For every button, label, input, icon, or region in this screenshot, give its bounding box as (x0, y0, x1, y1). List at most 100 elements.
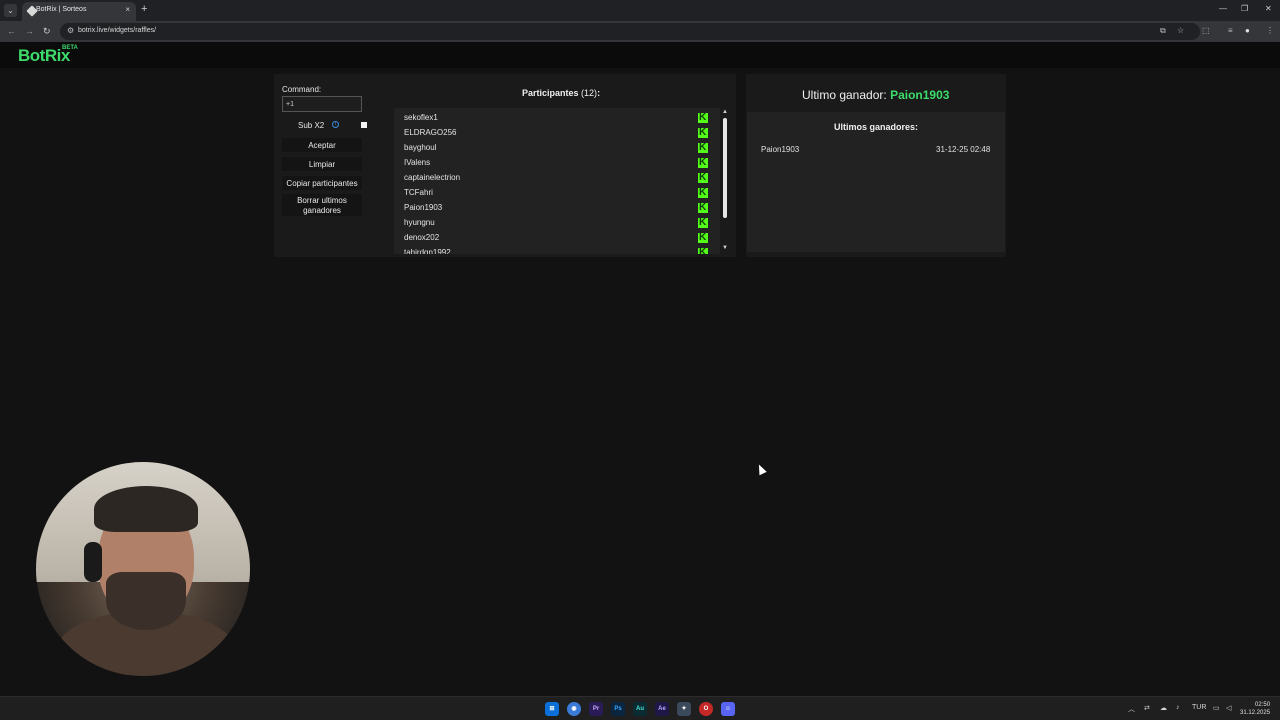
tab-title: BotRix | Sorteos (36, 6, 87, 13)
bookmark-star-icon[interactable]: ☆ (1177, 26, 1184, 35)
browser-menu-icon[interactable]: ⋮ (1266, 26, 1274, 35)
tray-chevron-icon[interactable]: ︿ (1128, 704, 1135, 714)
windows-taskbar: ⊞ ◉ Pr Ps Au Ae ✦ O ☺ ︿ ⇄ ☁ ♪ TUR ▭ ◁ 02… (0, 696, 1280, 720)
sub-x2-option: Sub X2 i (282, 119, 368, 133)
participants-title: Participantes (12): (522, 88, 600, 98)
chrome-icon[interactable]: ◉ (567, 702, 581, 716)
app-header: BotRix BETA (0, 42, 1280, 68)
participant-name: tahirdgn1992 (404, 248, 451, 254)
winners-panel: Ultimo ganador: Paion1903 Ultimos ganado… (746, 74, 1006, 257)
omnibox[interactable]: ⚙ botrix.live/widgets/raffles/ ⧉ ☆ (60, 23, 1200, 40)
discord-icon[interactable]: ☺ (721, 702, 735, 716)
participants-title-text: Participantes (522, 88, 579, 98)
clear-button[interactable]: Limpiar (282, 157, 362, 171)
reload-icon[interactable]: ↻ (43, 26, 51, 37)
clock-date: 31.12.2025 (1240, 710, 1271, 716)
url-text[interactable]: botrix.live/widgets/raffles/ (78, 27, 156, 34)
last-winner-heading: Ultimo ganador: Paion1903 (802, 88, 949, 102)
participant-name: bayghoul (404, 143, 437, 152)
kick-icon (698, 112, 708, 124)
webcam-headset (84, 542, 102, 582)
minimize-icon[interactable]: — (1219, 4, 1227, 13)
copy-participants-button[interactable]: Copiar participantes (282, 176, 362, 190)
participant-row: tahirdgn1992 (394, 246, 720, 254)
sub-x2-label: Sub X2 (298, 121, 325, 130)
participant-row: captainelectrion (394, 171, 720, 186)
extensions-icon[interactable]: ⬚ (1202, 26, 1210, 35)
winner-history-date: 31-12-25 02:48 (936, 145, 991, 154)
back-icon[interactable]: ← (7, 26, 16, 36)
premiere-icon[interactable]: Pr (589, 702, 603, 716)
last-winner-name: Paion1903 (890, 88, 950, 102)
language-indicator[interactable]: TUR (1192, 704, 1206, 711)
system-clock[interactable]: 02:50 31.12.2025 (1240, 701, 1270, 717)
profile-icon[interactable]: ● (1245, 26, 1250, 35)
participant-row: bayghoul (394, 141, 720, 156)
winners-history-title: Ultimos ganadores: (833, 122, 918, 132)
tray-app-icon[interactable]: ⇄ (1144, 704, 1150, 712)
webcam-person-beard (106, 572, 186, 630)
command-label: Command: (282, 85, 322, 94)
participant-name: TCFahri (404, 188, 433, 197)
participant-name: captainelectrion (404, 173, 461, 182)
delete-winners-button[interactable]: Borrar ultimos ganadores (282, 194, 362, 216)
new-tab-button[interactable]: + (141, 3, 147, 15)
kick-icon (698, 142, 708, 154)
command-input[interactable] (282, 96, 362, 112)
browser-tab[interactable]: BotRix | Sorteos × (22, 2, 136, 21)
participant-name: hyungnu (404, 218, 435, 227)
address-bar-row: ← → ↻ ⚙ botrix.live/widgets/raffles/ ⧉ ☆… (0, 21, 1280, 42)
kick-icon (698, 202, 708, 214)
clock-time: 02:50 (1255, 702, 1271, 708)
participant-name: IValens (404, 158, 431, 167)
beta-badge: BETA (62, 45, 78, 51)
site-info-icon[interactable]: ⚙ (67, 26, 74, 35)
scroll-up-arrow-icon[interactable]: ▲ (722, 109, 728, 115)
participant-row: ELDRAGO256 (394, 126, 720, 141)
photoshop-icon[interactable]: Ps (611, 702, 625, 716)
forward-icon[interactable]: → (25, 26, 34, 36)
participant-row: IValens (394, 156, 720, 171)
translate-icon[interactable]: ⧉ (1160, 26, 1166, 36)
vpn-icon[interactable]: ✦ (677, 702, 691, 716)
participants-count: (12) (581, 88, 598, 98)
browser-tabbar: ⌄ BotRix | Sorteos × + — ❐ ✕ (0, 0, 1280, 21)
participant-row: sekoflex1 (394, 111, 720, 126)
audition-icon[interactable]: Au (633, 702, 647, 716)
tray-cloud-icon[interactable]: ☁ (1160, 704, 1167, 712)
kick-icon (698, 217, 708, 229)
tab-close-icon[interactable]: × (125, 5, 130, 14)
participant-row: TCFahri (394, 186, 720, 201)
sub-x2-checkbox[interactable] (361, 122, 367, 128)
participants-list-inner: sekoflex1 ELDRAGO256 bayghoul IValens captai… (394, 111, 720, 254)
participant-name: Paion1903 (404, 203, 443, 212)
last-winner-label: Ultimo ganador: (802, 88, 887, 102)
webcam-overlay (36, 462, 250, 676)
kick-icon (698, 187, 708, 199)
info-icon[interactable]: i (332, 121, 339, 128)
window-close-icon[interactable]: ✕ (1265, 4, 1272, 13)
kick-icon (698, 232, 708, 244)
tab-search-icon[interactable]: ⌄ (4, 4, 17, 17)
winner-history-name: Paion1903 (761, 145, 800, 154)
maximize-icon[interactable]: ❐ (1241, 4, 1248, 13)
participant-name: sekoflex1 (404, 113, 438, 122)
accept-button[interactable]: Aceptar (282, 138, 362, 152)
microphone-icon[interactable]: ♪ (1176, 704, 1180, 711)
opera-icon[interactable]: O (699, 702, 713, 716)
network-icon[interactable]: ▭ (1213, 704, 1220, 712)
participant-row: Paion1903 (394, 201, 720, 216)
volume-icon[interactable]: ◁ (1226, 704, 1231, 712)
after-effects-icon[interactable]: Ae (655, 702, 669, 716)
webcam-person-hair (94, 486, 198, 532)
scroll-down-arrow-icon[interactable]: ▼ (722, 245, 728, 251)
start-icon[interactable]: ⊞ (545, 702, 559, 716)
kick-icon (698, 247, 708, 254)
scrollbar-thumb[interactable] (723, 118, 727, 218)
participant-row: hyungnu (394, 216, 720, 231)
participants-list[interactable]: sekoflex1 ELDRAGO256 bayghoul IValens captai… (394, 108, 720, 254)
media-icon[interactable]: ≡ (1228, 26, 1233, 35)
participant-name: denox202 (404, 233, 440, 242)
winners-history-box: Ultimos ganadores: Paion1903 31-12-25 02… (747, 112, 1005, 252)
kick-icon (698, 157, 708, 169)
